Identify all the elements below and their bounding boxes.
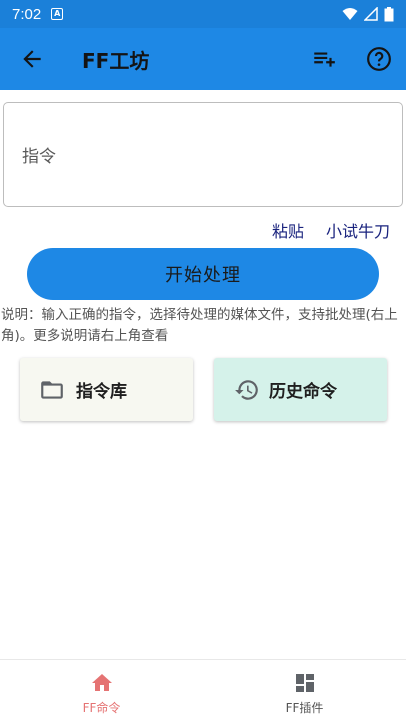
history-commands-label: 历史命令: [269, 382, 337, 402]
back-arrow-icon[interactable]: [19, 46, 45, 72]
wifi-icon: [342, 8, 358, 20]
nav-label-ff-commands: FF命令: [82, 701, 121, 715]
paste-link[interactable]: 粘贴: [272, 218, 304, 242]
nav-item-ff-commands[interactable]: FF命令: [0, 660, 203, 723]
start-processing-button[interactable]: 开始处理: [27, 248, 379, 300]
bottom-navigation: FF命令 FF插件: [0, 659, 406, 723]
command-input[interactable]: 指令: [3, 102, 403, 207]
dashboard-icon: [295, 674, 314, 692]
page-title: FF工坊: [82, 49, 150, 73]
help-icon[interactable]: [366, 46, 392, 72]
command-library-label: 指令库: [76, 382, 127, 402]
playlist-add-icon[interactable]: [311, 46, 337, 72]
history-icon: [235, 379, 258, 400]
app-bar: FF工坊: [0, 28, 406, 90]
command-input-placeholder: 指令: [22, 147, 56, 167]
trial-link[interactable]: 小试牛刀: [326, 218, 390, 242]
status-bar: 7:02 A: [0, 0, 406, 28]
command-library-card[interactable]: 指令库: [20, 358, 193, 421]
description-text: 说明：输入正确的指令，选择待处理的媒体文件，支持批处理(右上角)。更多说明请右上…: [1, 307, 398, 344]
status-icons: [342, 6, 394, 22]
nav-item-ff-plugins[interactable]: FF插件: [203, 660, 406, 723]
folder-icon: [41, 380, 63, 399]
battery-icon: [384, 6, 394, 21]
home-icon: [91, 674, 112, 691]
history-commands-card[interactable]: 历史命令: [214, 358, 387, 421]
signal-icon: [364, 7, 378, 21]
nav-label-ff-plugins: FF插件: [285, 701, 324, 715]
action-links: 粘贴 小试牛刀: [272, 218, 390, 242]
notification-icon: A: [51, 8, 64, 20]
status-time: 7:02: [12, 5, 42, 23]
